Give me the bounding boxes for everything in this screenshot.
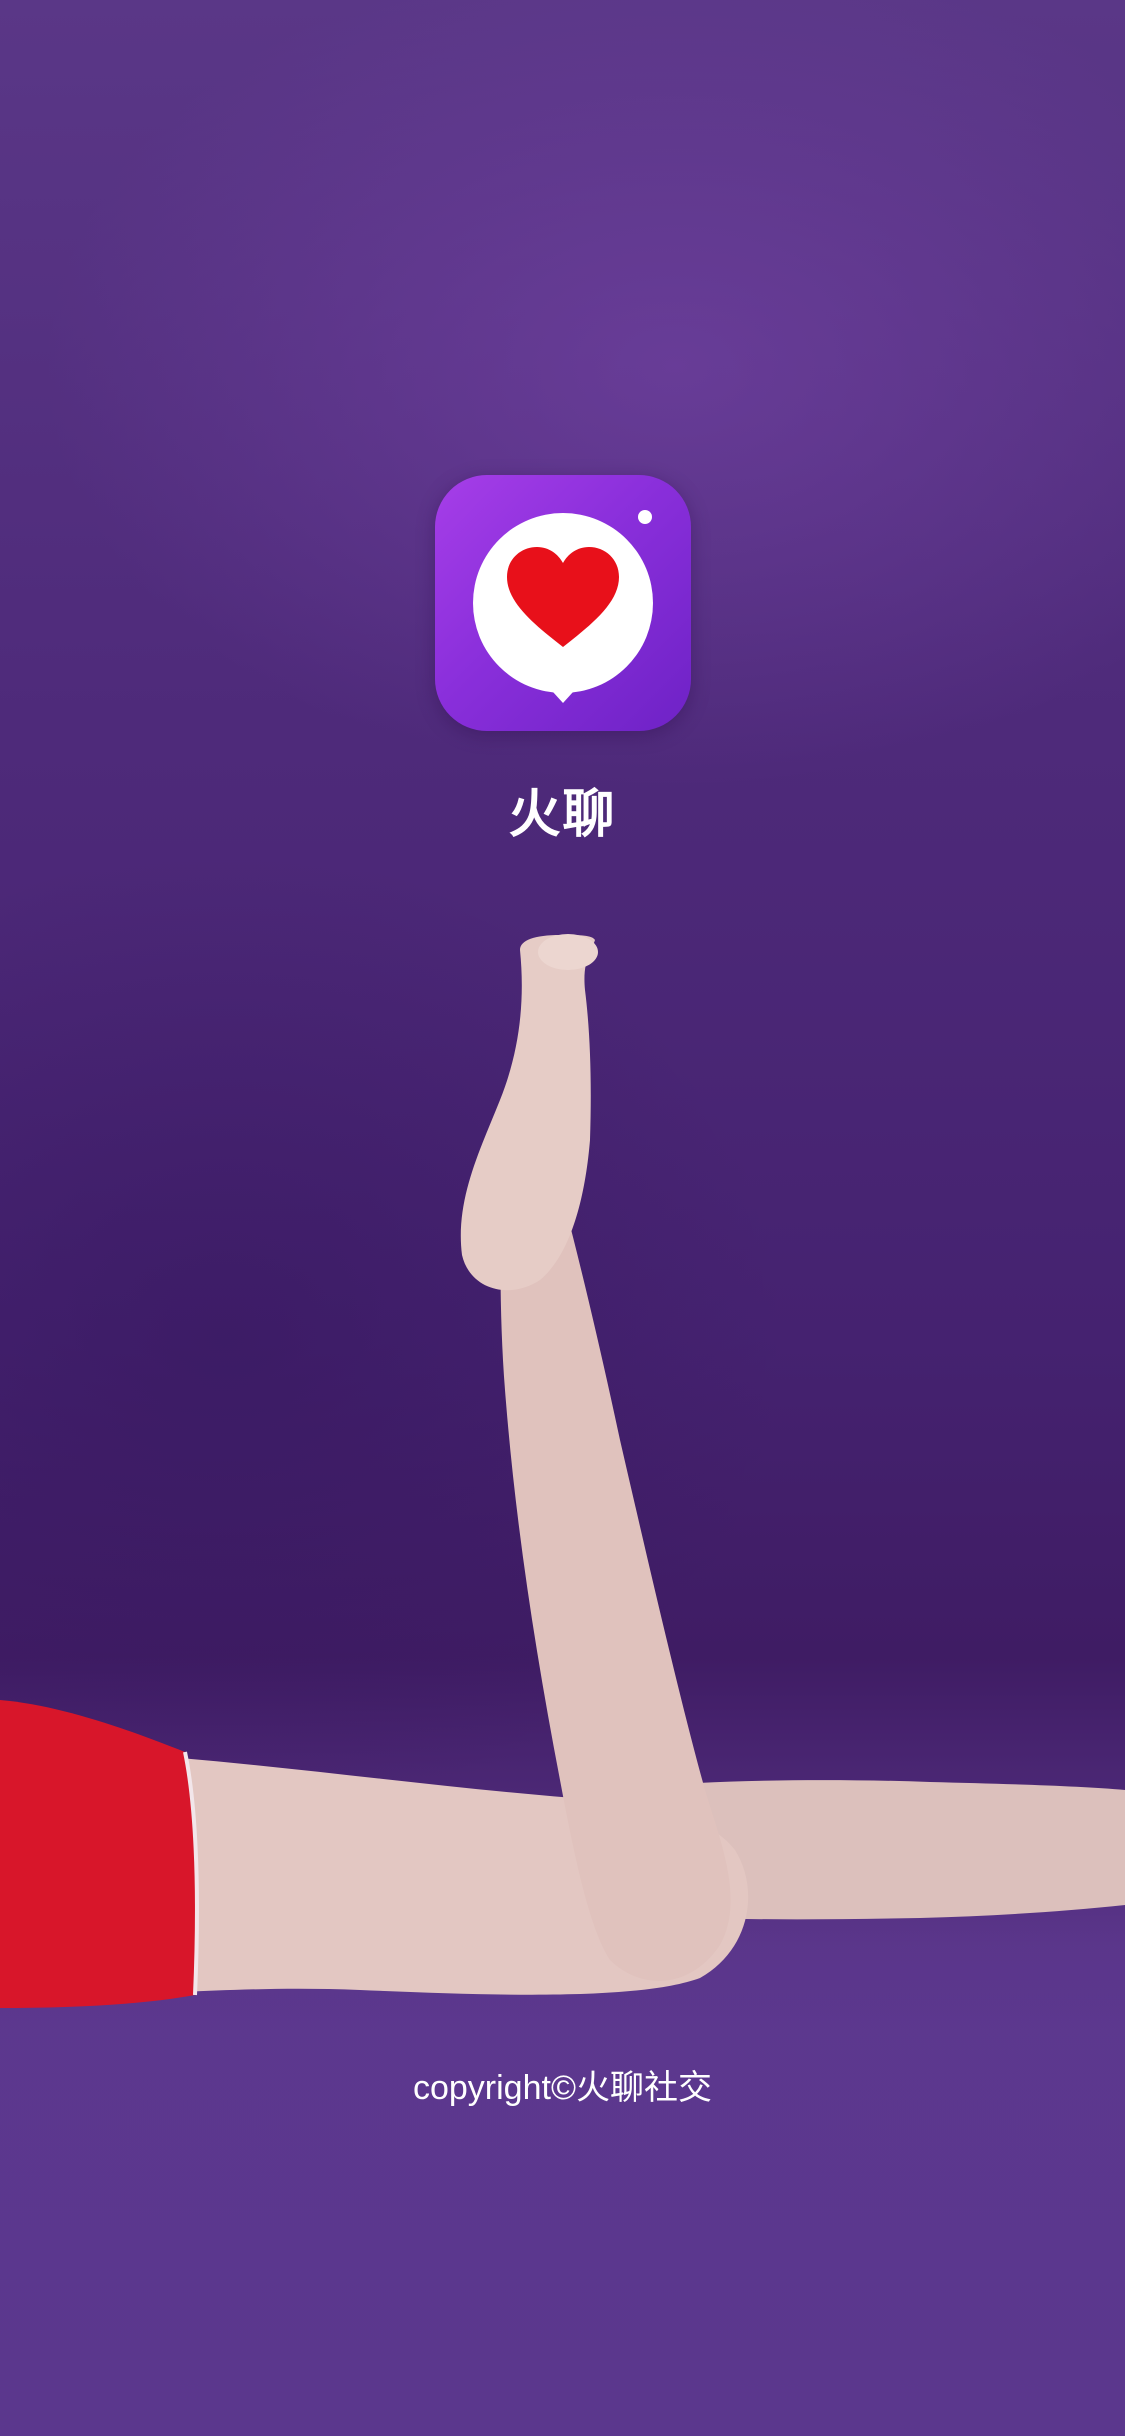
splash-screen: 火聊 copyright©火聊社交 bbox=[0, 0, 1125, 2436]
notification-dot bbox=[638, 510, 652, 524]
app-name: 火聊 bbox=[508, 785, 617, 845]
toes bbox=[538, 934, 598, 970]
app-logo-icon bbox=[435, 475, 691, 731]
foot bbox=[460, 935, 595, 1291]
copyright-text: copyright©火聊社交 bbox=[412, 2069, 712, 2107]
red-shorts bbox=[0, 1700, 197, 2008]
